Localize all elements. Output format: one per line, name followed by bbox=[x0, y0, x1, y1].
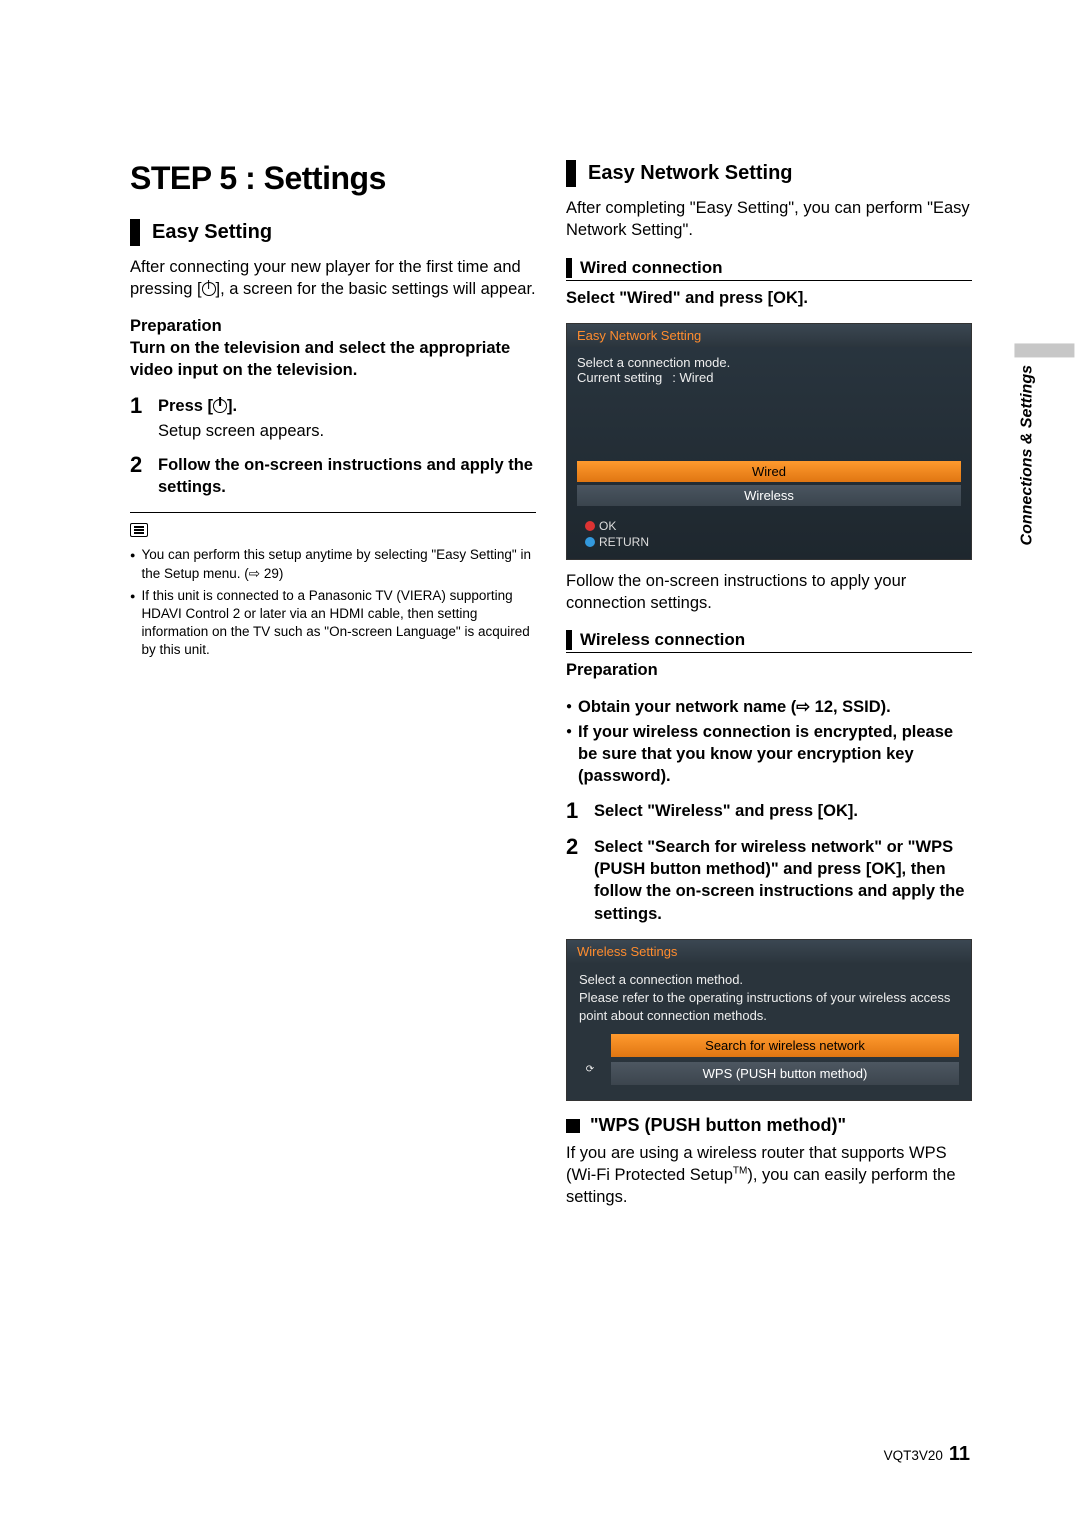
osd-option-wired[interactable]: Wired bbox=[577, 461, 961, 482]
osd-option-wireless[interactable]: Wireless bbox=[577, 485, 961, 506]
wireless-prep: Preparation bbox=[566, 659, 972, 681]
step-2: 2 Follow the on-screen instructions and … bbox=[130, 454, 536, 501]
osd2-option-wps[interactable]: WPS (PUSH button method) bbox=[611, 1062, 959, 1085]
osd-easy-network: Easy Network Setting Select a connection… bbox=[566, 323, 972, 560]
wireless-bullet-2: If your wireless connection is encrypted… bbox=[566, 721, 972, 788]
osd2-body: Select a connection method. Please refer… bbox=[567, 963, 971, 1034]
step-1: 1 Press []. Setup screen appears. bbox=[130, 395, 536, 442]
power-icon bbox=[202, 282, 216, 296]
wireless-heading: Wireless connection bbox=[566, 630, 972, 653]
page-title: STEP 5 : Settings bbox=[130, 160, 536, 197]
preparation-block: Preparation Turn on the television and s… bbox=[130, 315, 536, 382]
wps-body: If you are using a wireless router that … bbox=[566, 1142, 972, 1209]
ok-icon bbox=[585, 521, 595, 531]
notes-list: You can perform this setup anytime by se… bbox=[130, 546, 536, 659]
wps-icon: ⟳ bbox=[579, 1062, 601, 1078]
h2-easy-setting: Easy Setting bbox=[152, 219, 272, 246]
wired-heading: Wired connection bbox=[566, 258, 972, 281]
wireless-step-2: 2 Select "Search for wireless network" o… bbox=[566, 836, 972, 927]
osd-wireless-settings: Wireless Settings Select a connection me… bbox=[566, 939, 972, 1101]
footer: VQT3V2011 bbox=[884, 1443, 970, 1466]
easy-setting-intro: After connecting your new player for the… bbox=[130, 256, 536, 301]
wireless-bullet-1: Obtain your network name (⇨ 12, SSID). bbox=[566, 696, 972, 718]
easy-network-heading: Easy Network Setting bbox=[566, 160, 972, 187]
return-icon bbox=[585, 537, 595, 547]
wps-subheading: "WPS (PUSH button method)" bbox=[566, 1115, 972, 1136]
easy-network-intro: After completing "Easy Setting", you can… bbox=[566, 197, 972, 242]
osd2-title: Wireless Settings bbox=[567, 940, 971, 963]
osd2-option-search[interactable]: Search for wireless network bbox=[611, 1034, 959, 1057]
h2-easy-network: Easy Network Setting bbox=[588, 160, 793, 187]
wired-instr: Select "Wired" and press [OK]. bbox=[566, 287, 972, 309]
power-icon bbox=[213, 399, 227, 413]
wired-follow: Follow the on-screen instructions to app… bbox=[566, 570, 972, 615]
side-tab: Connections & Settings bbox=[1018, 365, 1036, 545]
osd-title: Easy Network Setting bbox=[567, 324, 971, 347]
easy-setting-heading: Easy Setting bbox=[130, 219, 536, 246]
note-icon bbox=[130, 523, 148, 537]
wireless-step-1: 1 Select "Wireless" and press [OK]. bbox=[566, 800, 972, 824]
